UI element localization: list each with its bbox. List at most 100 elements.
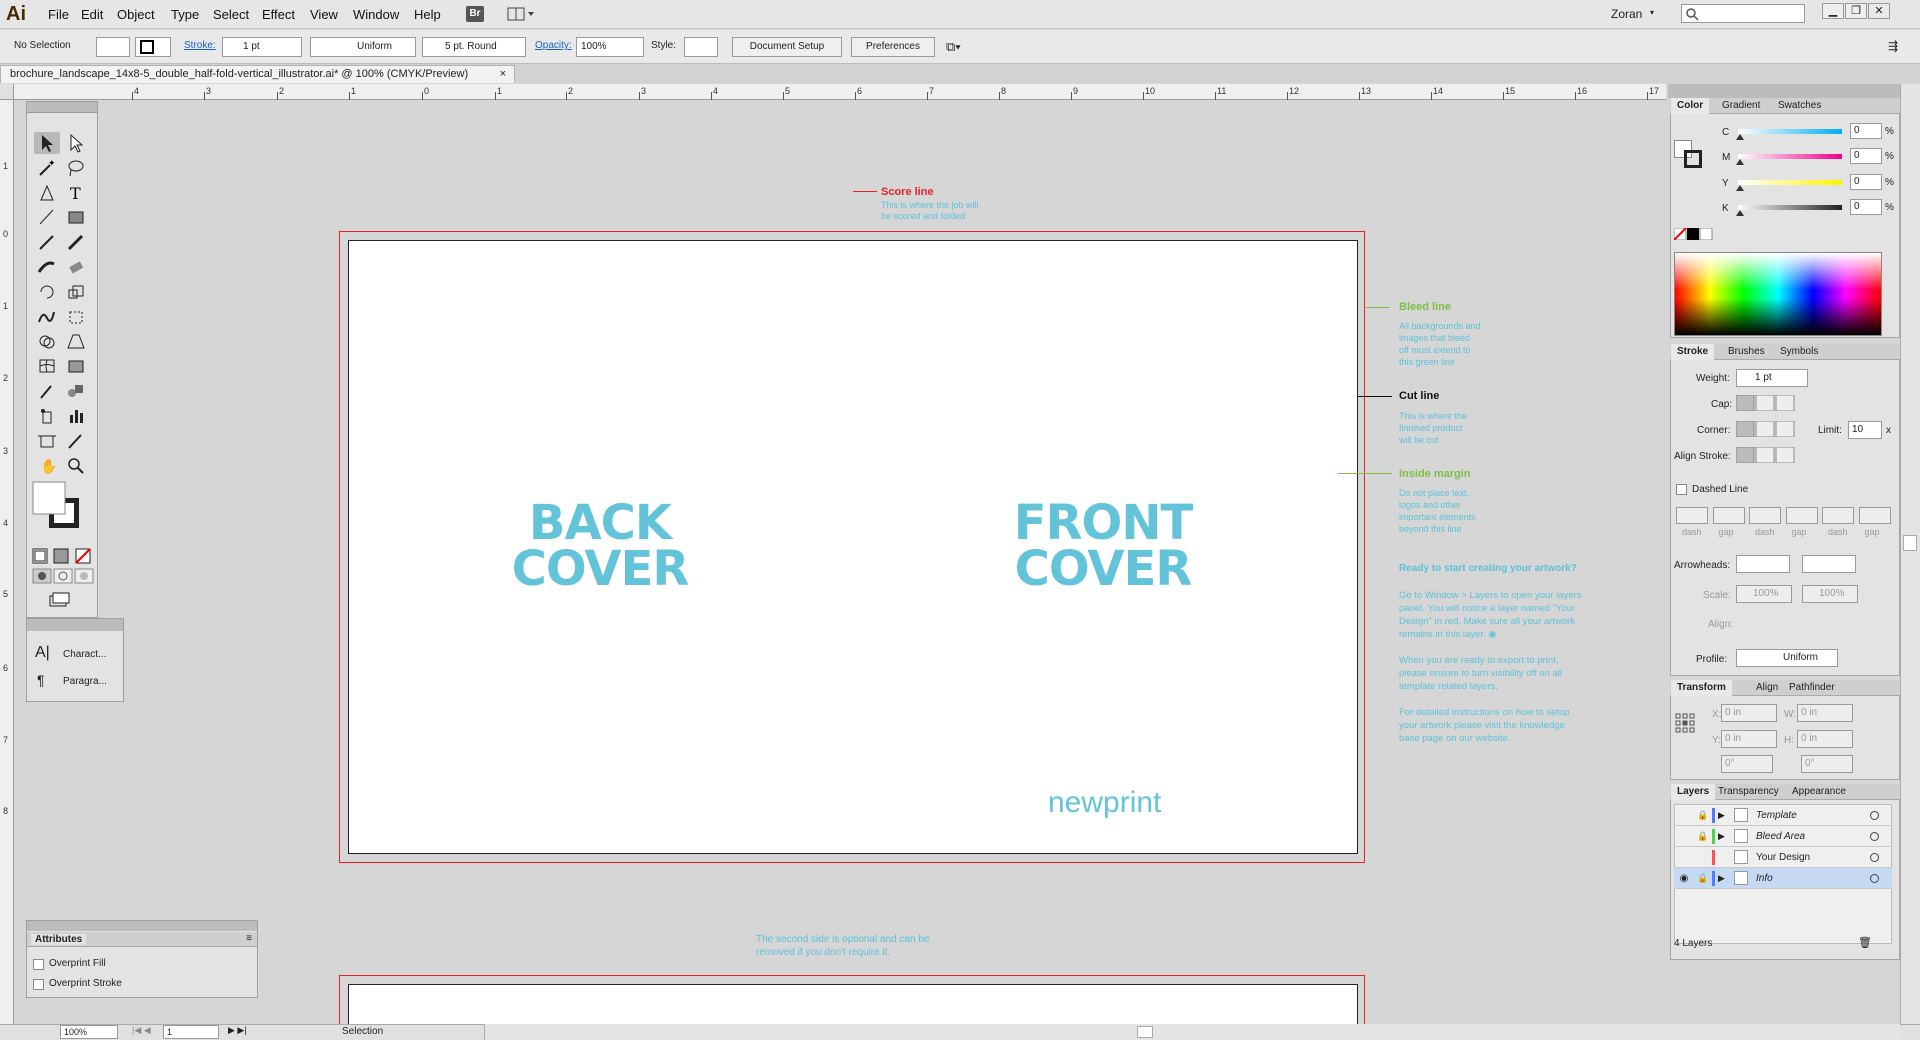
ruler-origin[interactable] bbox=[0, 84, 14, 100]
tab-stroke[interactable]: Stroke bbox=[1671, 344, 1715, 360]
layer-name[interactable]: Info bbox=[1756, 868, 1773, 889]
stroke-swatch-dropdown[interactable] bbox=[135, 37, 171, 57]
pen-tool-icon[interactable] bbox=[34, 182, 60, 204]
end-arrowhead-dropdown[interactable] bbox=[1802, 555, 1856, 573]
dash-gap-field[interactable] bbox=[1676, 507, 1708, 524]
target-circle-icon[interactable] bbox=[1870, 832, 1879, 841]
zoom-field[interactable]: 100% bbox=[60, 1025, 118, 1039]
artboard-tool-icon[interactable] bbox=[34, 430, 60, 452]
scale-tool-icon[interactable] bbox=[63, 281, 89, 303]
color-mode-buttons[interactable] bbox=[32, 548, 94, 564]
minimize-button[interactable]: ▁ bbox=[1822, 3, 1844, 19]
start-arrowhead-dropdown[interactable] bbox=[1736, 555, 1790, 573]
target-circle-icon[interactable] bbox=[1870, 853, 1879, 862]
eraser-tool-icon[interactable] bbox=[63, 256, 89, 278]
tab-color[interactable]: Color bbox=[1671, 98, 1710, 114]
layer-name[interactable]: Bleed Area bbox=[1756, 826, 1805, 847]
dock-header[interactable] bbox=[27, 619, 123, 631]
target-circle-icon[interactable] bbox=[1870, 874, 1879, 883]
free-transform-tool-icon[interactable] bbox=[63, 306, 89, 328]
panel-menu-icon[interactable]: ≡ bbox=[246, 933, 252, 944]
opacity-field[interactable]: 100% bbox=[576, 37, 644, 57]
layer-name[interactable]: Your Design bbox=[1756, 847, 1810, 868]
user-menu[interactable]: Zoran bbox=[1611, 7, 1642, 21]
lock-icon[interactable]: 🔒 bbox=[1696, 868, 1710, 889]
expand-triangle-icon[interactable]: ▶ bbox=[1718, 868, 1725, 889]
arrow-scale-start[interactable]: 100% bbox=[1736, 585, 1792, 603]
slider-thumb[interactable] bbox=[1736, 210, 1744, 216]
rotate-tool-icon[interactable] bbox=[34, 281, 60, 303]
none-black-white-swatches[interactable] bbox=[1673, 227, 1714, 241]
direct-selection-tool-icon[interactable] bbox=[63, 132, 89, 154]
close-button[interactable]: ✕ bbox=[1868, 3, 1890, 19]
h-field[interactable]: 0 in bbox=[1797, 730, 1853, 748]
weight-field[interactable]: 1 pt bbox=[1736, 369, 1808, 387]
next-page-icon[interactable]: ▶ ▶| bbox=[228, 1025, 247, 1036]
graphic-style-dropdown[interactable] bbox=[684, 37, 718, 57]
slider-thumb[interactable] bbox=[1736, 185, 1744, 191]
fill-swatch-dropdown[interactable] bbox=[96, 37, 130, 57]
bridge-button[interactable]: Br bbox=[466, 6, 484, 22]
layer-row[interactable]: Your Design bbox=[1674, 847, 1892, 868]
magic-wand-tool-icon[interactable]: ✦ bbox=[34, 157, 60, 179]
tab-symbols[interactable]: Symbols bbox=[1774, 344, 1824, 360]
lasso-tool-icon[interactable] bbox=[63, 157, 89, 179]
profile-dropdown[interactable]: Uniform bbox=[1736, 649, 1838, 667]
slider-thumb[interactable] bbox=[1736, 159, 1744, 165]
layer-name[interactable]: Template bbox=[1756, 805, 1797, 826]
dash-gap-field[interactable] bbox=[1858, 507, 1891, 524]
character-panel-button[interactable]: Charact... bbox=[63, 649, 106, 660]
horizontal-ruler[interactable] bbox=[14, 84, 1666, 100]
column-graph-tool-icon[interactable] bbox=[63, 405, 89, 427]
menu-select[interactable]: Select bbox=[213, 7, 249, 22]
page-field[interactable]: 1 bbox=[163, 1025, 219, 1039]
eye-icon[interactable]: ◉ bbox=[1676, 868, 1692, 889]
channel-value-k[interactable]: 0 bbox=[1850, 199, 1882, 215]
layer-row[interactable]: 🔒 ▶ Template bbox=[1674, 805, 1892, 826]
gradient-tool-icon[interactable] bbox=[63, 355, 89, 377]
slice-tool-icon[interactable] bbox=[63, 430, 89, 452]
tab-transparency[interactable]: Transparency bbox=[1712, 784, 1785, 800]
symbol-sprayer-tool-icon[interactable] bbox=[34, 405, 60, 427]
channel-slider-y[interactable] bbox=[1738, 180, 1842, 185]
tab-gradient[interactable]: Gradient bbox=[1716, 98, 1766, 114]
pencil-tool-icon[interactable] bbox=[63, 231, 89, 253]
preferences-button[interactable]: Preferences bbox=[851, 37, 935, 57]
eyedropper-tool-icon[interactable] bbox=[34, 380, 60, 402]
tab-layers[interactable]: Layers bbox=[1671, 784, 1716, 800]
draw-mode-buttons[interactable] bbox=[32, 568, 94, 584]
cap-buttons[interactable] bbox=[1735, 394, 1796, 412]
perspective-grid-tool-icon[interactable] bbox=[63, 330, 89, 352]
opacity-link[interactable]: Opacity: bbox=[535, 40, 572, 51]
corner-buttons[interactable] bbox=[1735, 420, 1796, 438]
paintbrush-tool-icon[interactable] bbox=[34, 231, 60, 253]
type-tool-icon[interactable]: T bbox=[63, 182, 89, 204]
align-stroke-buttons[interactable] bbox=[1735, 446, 1796, 464]
menu-view[interactable]: View bbox=[310, 7, 338, 22]
color-spectrum[interactable] bbox=[1674, 252, 1882, 336]
stroke-swatch[interactable] bbox=[1684, 150, 1702, 168]
overprint-fill-checkbox[interactable] bbox=[33, 959, 44, 970]
menu-help[interactable]: Help bbox=[414, 7, 441, 22]
menu-file[interactable]: File bbox=[48, 7, 69, 22]
channel-value-c[interactable]: 0 bbox=[1850, 123, 1882, 139]
search-input[interactable] bbox=[1681, 4, 1805, 23]
w-field[interactable]: 0 in bbox=[1797, 704, 1853, 722]
arrange-documents-icon[interactable] bbox=[506, 6, 536, 22]
blob-brush-tool-icon[interactable] bbox=[34, 256, 60, 278]
horizontal-scroll-thumb[interactable] bbox=[1137, 1026, 1153, 1038]
overprint-stroke-checkbox[interactable] bbox=[33, 979, 44, 990]
channel-value-m[interactable]: 0 bbox=[1850, 148, 1882, 164]
select-similar-icon[interactable]: ⧉▾ bbox=[946, 39, 961, 55]
zoom-tool-icon[interactable] bbox=[63, 454, 89, 476]
tab-transform[interactable]: Transform bbox=[1671, 680, 1732, 696]
stroke-weight-field[interactable]: 1 pt bbox=[222, 37, 302, 57]
menu-edit[interactable]: Edit bbox=[81, 7, 103, 22]
document-setup-button[interactable]: Document Setup bbox=[732, 37, 842, 57]
channel-slider-k[interactable] bbox=[1738, 205, 1842, 210]
x-field[interactable]: 0 in bbox=[1721, 704, 1777, 722]
screen-mode-icon[interactable] bbox=[48, 592, 70, 608]
dash-gap-field[interactable] bbox=[1785, 507, 1818, 524]
menu-object[interactable]: Object bbox=[117, 7, 155, 22]
slider-thumb[interactable] bbox=[1736, 134, 1744, 140]
